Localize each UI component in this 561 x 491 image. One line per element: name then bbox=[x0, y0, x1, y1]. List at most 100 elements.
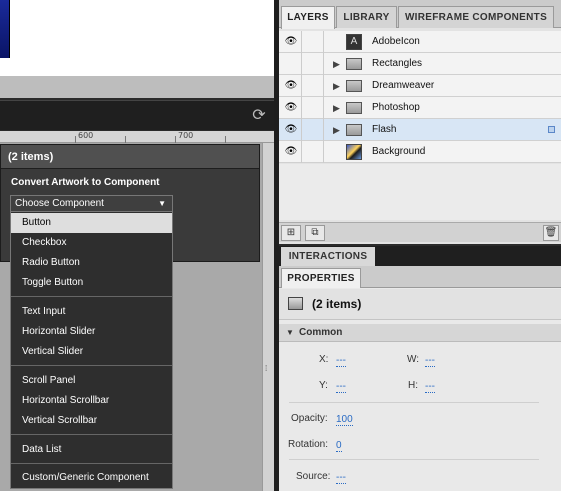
layer-row-dreamweaver[interactable]: 👁 ▶ Dreamweaver bbox=[279, 75, 561, 97]
common-section-header[interactable]: ▼ Common bbox=[279, 324, 561, 342]
group-icon bbox=[288, 297, 303, 310]
menu-item-horizontal-scrollbar[interactable]: Horizontal Scrollbar bbox=[11, 391, 172, 411]
popup-title: (2 items) bbox=[1, 145, 259, 169]
ruler-tick bbox=[175, 136, 176, 143]
eye-icon[interactable]: 👁 bbox=[284, 146, 298, 158]
tab-layers[interactable]: LAYERS bbox=[281, 6, 335, 29]
layer-thumbnail-icon: A bbox=[346, 34, 362, 50]
y-label: Y: bbox=[319, 380, 328, 391]
layer-name: Rectangles bbox=[372, 58, 423, 69]
column-divider bbox=[301, 119, 302, 141]
folder-icon bbox=[346, 80, 362, 92]
menu-item-button[interactable]: Button bbox=[11, 213, 172, 233]
eye-icon[interactable]: 👁 bbox=[284, 36, 298, 48]
properties-panel: PROPERTIES (2 items) ▼ Common X: --- W: … bbox=[279, 266, 561, 491]
component-dropdown-menu: Button Checkbox Radio Button Toggle Butt… bbox=[10, 211, 173, 489]
tab-wireframe-components[interactable]: WIREFRAME COMPONENTS bbox=[398, 6, 554, 28]
artboard[interactable] bbox=[0, 0, 274, 76]
layer-row-adobeicon[interactable]: 👁 A AdobeIcon bbox=[279, 31, 561, 53]
artwork-object[interactable] bbox=[0, 0, 10, 58]
x-value[interactable]: --- bbox=[336, 355, 346, 367]
trash-icon[interactable]: 🗑 bbox=[543, 225, 559, 241]
menu-item-text-input[interactable]: Text Input bbox=[11, 302, 172, 322]
tab-library[interactable]: LIBRARY bbox=[336, 6, 397, 28]
interactions-panel-bar: INTERACTIONS bbox=[279, 246, 561, 266]
layer-name: Photoshop bbox=[372, 102, 420, 113]
column-divider bbox=[323, 53, 324, 75]
refresh-icon[interactable]: ⟳ bbox=[250, 107, 268, 125]
ruler-label: 700 bbox=[178, 131, 194, 140]
folder-icon bbox=[346, 102, 362, 114]
layer-row-flash[interactable]: 👁 ▶ Flash bbox=[279, 119, 561, 141]
ruler-tick bbox=[75, 136, 76, 143]
h-label: H: bbox=[408, 380, 418, 391]
selection-marker-icon bbox=[548, 126, 555, 133]
section-divider bbox=[289, 459, 539, 460]
menu-item-scroll-panel[interactable]: Scroll Panel bbox=[11, 371, 172, 391]
chevron-down-icon: ▼ bbox=[158, 199, 166, 208]
layer-name: AdobeIcon bbox=[372, 36, 420, 47]
layer-row-background[interactable]: 👁 Background bbox=[279, 141, 561, 163]
eye-icon[interactable]: 👁 bbox=[284, 124, 298, 136]
column-divider bbox=[323, 141, 324, 163]
layer-row-photoshop[interactable]: 👁 ▶ Photoshop bbox=[279, 97, 561, 119]
column-divider bbox=[301, 75, 302, 97]
properties-header: (2 items) bbox=[279, 289, 561, 320]
layer-name: Background bbox=[372, 146, 426, 157]
column-divider bbox=[301, 141, 302, 163]
folder-icon bbox=[346, 58, 362, 70]
ruler-tick bbox=[125, 136, 126, 143]
layers-footer: ⊞ ⧉ 🗑 bbox=[279, 222, 561, 242]
ruler-tick bbox=[225, 136, 226, 143]
component-type-select[interactable]: Choose Component ▼ bbox=[10, 195, 173, 212]
expand-arrow-icon[interactable]: ▶ bbox=[333, 58, 340, 70]
ruler-label: 600 bbox=[78, 131, 94, 140]
source-value[interactable]: --- bbox=[336, 472, 346, 484]
menu-item-vertical-scrollbar[interactable]: Vertical Scrollbar bbox=[11, 411, 172, 431]
menu-item-horizontal-slider[interactable]: Horizontal Slider bbox=[11, 322, 172, 342]
x-label: X: bbox=[319, 354, 329, 365]
menu-separator bbox=[11, 434, 172, 435]
section-divider bbox=[289, 402, 539, 403]
vertical-scrollbar[interactable] bbox=[262, 143, 274, 491]
tab-properties[interactable]: PROPERTIES bbox=[281, 268, 361, 288]
properties-title: (2 items) bbox=[312, 297, 362, 311]
column-divider bbox=[323, 75, 324, 97]
rotation-value[interactable]: 0 bbox=[336, 440, 342, 452]
column-divider bbox=[323, 119, 324, 141]
menu-item-checkbox[interactable]: Checkbox bbox=[11, 233, 172, 253]
column-divider bbox=[301, 31, 302, 53]
new-sublayer-icon[interactable]: ⧉ bbox=[305, 225, 325, 241]
layers-empty-area bbox=[279, 164, 561, 220]
layer-row-rectangles[interactable]: ▶ Rectangles bbox=[279, 53, 561, 75]
menu-separator bbox=[11, 365, 172, 366]
column-divider bbox=[323, 97, 324, 119]
h-value[interactable]: --- bbox=[425, 381, 435, 393]
new-layer-icon[interactable]: ⊞ bbox=[281, 225, 301, 241]
eye-icon[interactable]: 👁 bbox=[284, 102, 298, 114]
expand-arrow-icon[interactable]: ▶ bbox=[333, 124, 340, 136]
eye-icon[interactable]: 👁 bbox=[284, 80, 298, 92]
menu-separator bbox=[11, 296, 172, 297]
menu-separator bbox=[11, 463, 172, 464]
section-label: Common bbox=[299, 327, 343, 338]
menu-item-toggle-button[interactable]: Toggle Button bbox=[11, 273, 172, 293]
menu-item-radio-button[interactable]: Radio Button bbox=[11, 253, 172, 273]
rotation-label: Rotation: bbox=[288, 439, 329, 450]
opacity-value[interactable]: 100 bbox=[336, 414, 353, 426]
menu-item-custom-generic-component[interactable]: Custom/Generic Component bbox=[11, 468, 172, 488]
w-label: W: bbox=[407, 354, 420, 365]
menu-item-data-list[interactable]: Data List bbox=[11, 440, 172, 460]
y-value[interactable]: --- bbox=[336, 381, 346, 393]
scrollbar-grip-icon[interactable]: ⁞ bbox=[265, 364, 271, 374]
expand-arrow-icon[interactable]: ▶ bbox=[333, 80, 340, 92]
tab-interactions[interactable]: INTERACTIONS bbox=[281, 247, 375, 266]
menu-item-vertical-slider[interactable]: Vertical Slider bbox=[11, 342, 172, 362]
w-value[interactable]: --- bbox=[425, 355, 435, 367]
layers-tabbar: LAYERS LIBRARY WIREFRAME COMPONENTS bbox=[279, 0, 561, 29]
horizontal-ruler: 600 700 bbox=[0, 131, 274, 143]
source-label: Source: bbox=[296, 471, 331, 482]
column-divider bbox=[323, 31, 324, 53]
expand-arrow-icon[interactable]: ▶ bbox=[333, 102, 340, 114]
convert-artwork-label: Convert Artwork to Component bbox=[11, 177, 160, 188]
